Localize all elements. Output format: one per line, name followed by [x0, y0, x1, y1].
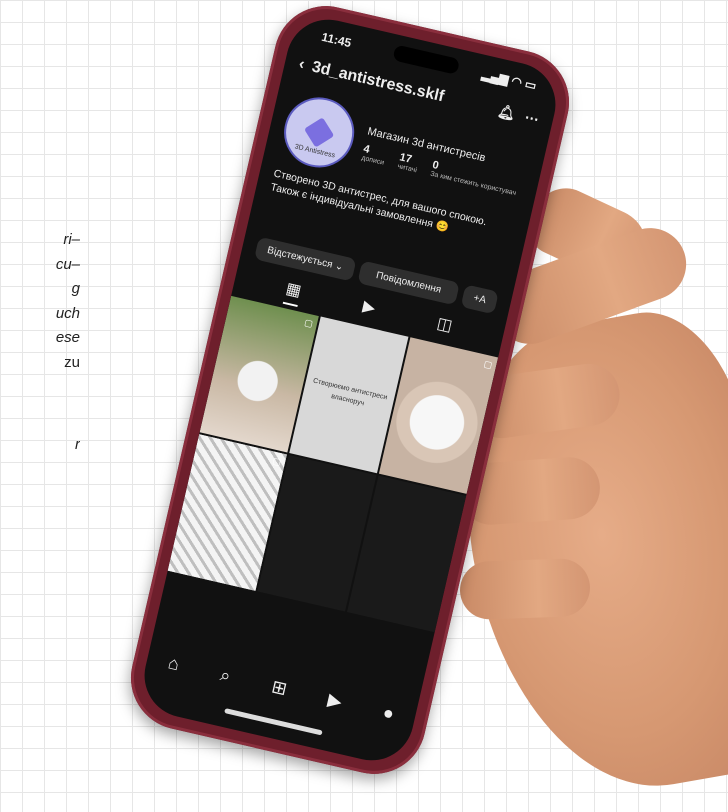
- reels-icon[interactable]: ▶: [326, 689, 344, 713]
- background-text-line: g: [71, 280, 80, 297]
- stat-followers[interactable]: 17 читачі: [397, 151, 420, 174]
- background-text-line: zu: [64, 353, 80, 371]
- tagged-tab-icon[interactable]: ◫: [434, 313, 455, 342]
- avatar[interactable]: 3D Antistress: [277, 90, 362, 175]
- search-icon[interactable]: ⌕: [218, 664, 232, 687]
- bell-icon[interactable]: 🔔︎: [496, 102, 517, 123]
- background-caption-text: ri– cu– g uch ese zu r: [0, 228, 80, 458]
- multi-photo-icon: ▢: [271, 455, 283, 468]
- back-arrow-icon[interactable]: ‹: [297, 55, 306, 74]
- stat-posts[interactable]: 4 дописи: [361, 143, 388, 167]
- background-text-line: ri–: [63, 231, 80, 248]
- create-post-icon[interactable]: ⊞: [269, 676, 289, 700]
- status-icons: ▂▄▆ ◠ ▭: [480, 66, 538, 93]
- bottom-nav: ⌂ ⌕ ⊞ ▶ ●: [145, 648, 417, 730]
- post-text: Створюємо антистреси власноруч: [312, 377, 388, 408]
- more-icon[interactable]: ⋯: [523, 108, 540, 128]
- finger: [459, 557, 591, 621]
- add-user-button[interactable]: +A: [460, 284, 499, 315]
- background-text-line: cu–: [55, 255, 80, 273]
- reels-tab-icon[interactable]: ▶: [360, 296, 378, 324]
- background-text-line: uch: [55, 304, 80, 322]
- background-text-line: ese: [55, 329, 80, 346]
- profile-avatar-icon[interactable]: ●: [381, 702, 396, 725]
- grid-tab-icon[interactable]: ▦: [282, 278, 304, 308]
- cube-logo-icon: [303, 117, 335, 148]
- home-indicator: [224, 708, 323, 736]
- post-grid: ▢ Створюємо антистреси власноруч ▢ ▢: [167, 295, 499, 633]
- background-text-line: r: [75, 436, 80, 453]
- status-time: 11:45: [320, 29, 353, 51]
- multi-photo-icon: ▢: [303, 317, 315, 329]
- multi-photo-icon: ▢: [482, 358, 494, 371]
- home-icon[interactable]: ⌂: [166, 652, 181, 675]
